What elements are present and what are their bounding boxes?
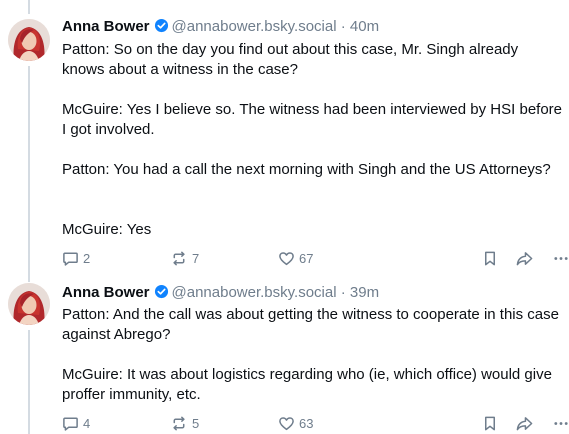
post-paragraph: McGuire: It was about logistics regardin… <box>62 366 552 403</box>
post-body: Patton: So on the day you find out about… <box>62 40 562 240</box>
post-paragraph: McGuire: Yes <box>62 221 152 238</box>
avatar[interactable] <box>8 19 50 61</box>
like-button[interactable]: 67 <box>278 248 313 268</box>
share-arrow-icon <box>515 250 534 267</box>
speech-bubble-icon <box>62 415 79 432</box>
repost-button[interactable]: 5 <box>170 413 199 433</box>
heart-icon <box>278 415 295 432</box>
post-2[interactable]: Anna Bower @annabower.bsky.social · 39m P… <box>0 270 569 434</box>
repost-count: 5 <box>192 415 200 431</box>
speech-bubble-icon <box>62 250 79 267</box>
share-button[interactable] <box>515 248 534 268</box>
post-header: Anna Bower @annabower.bsky.social · 40m <box>62 18 379 38</box>
ellipsis-icon <box>552 415 569 432</box>
like-count: 63 <box>299 415 314 431</box>
verified-check-icon <box>154 18 169 38</box>
post-actions: 4 5 63 <box>62 413 569 433</box>
bookmark-button[interactable] <box>482 413 498 433</box>
reply-button[interactable]: 2 <box>62 248 90 268</box>
author-name[interactable]: Anna Bower <box>62 18 150 35</box>
post-1[interactable]: Anna Bower @annabower.bsky.social · 40m P… <box>0 0 569 270</box>
heart-icon <box>278 250 295 267</box>
post-paragraph: McGuire: Yes I believe so. The witness h… <box>62 101 563 138</box>
share-arrow-icon <box>515 415 534 432</box>
ellipsis-icon <box>552 250 569 267</box>
more-options-button[interactable] <box>552 413 569 433</box>
verified-check-icon <box>154 284 169 304</box>
repost-arrows-icon <box>170 250 188 267</box>
more-options-button[interactable] <box>552 248 569 268</box>
reply-count: 2 <box>83 250 91 266</box>
like-count: 67 <box>299 250 314 266</box>
post-time[interactable]: 40m <box>350 18 379 35</box>
post-paragraph: Patton: So on the day you find out about… <box>62 41 519 78</box>
separator-dot: · <box>340 284 346 301</box>
reply-button[interactable]: 4 <box>62 413 90 433</box>
repost-button[interactable]: 7 <box>170 248 199 268</box>
bookmark-button[interactable] <box>482 248 498 268</box>
like-button[interactable]: 63 <box>278 413 313 433</box>
post-body: Patton: And the call was about getting t… <box>62 305 562 405</box>
post-paragraph: Patton: You had a call the next morning … <box>62 161 551 178</box>
author-handle[interactable]: @annabower.bsky.social <box>172 18 337 35</box>
share-button[interactable] <box>515 413 534 433</box>
post-header: Anna Bower @annabower.bsky.social · 39m <box>62 284 379 304</box>
reply-count: 4 <box>83 415 91 431</box>
repost-count: 7 <box>192 250 200 266</box>
post-time[interactable]: 39m <box>350 284 379 301</box>
separator-dot: · <box>340 18 346 35</box>
post-actions: 2 7 67 <box>62 248 569 268</box>
author-name[interactable]: Anna Bower <box>62 284 150 301</box>
author-handle[interactable]: @annabower.bsky.social <box>172 284 337 301</box>
avatar[interactable] <box>8 283 50 325</box>
post-paragraph: Patton: And the call was about getting t… <box>62 306 559 343</box>
repost-arrows-icon <box>170 415 188 432</box>
bookmark-icon <box>482 415 498 432</box>
bookmark-icon <box>482 250 498 267</box>
